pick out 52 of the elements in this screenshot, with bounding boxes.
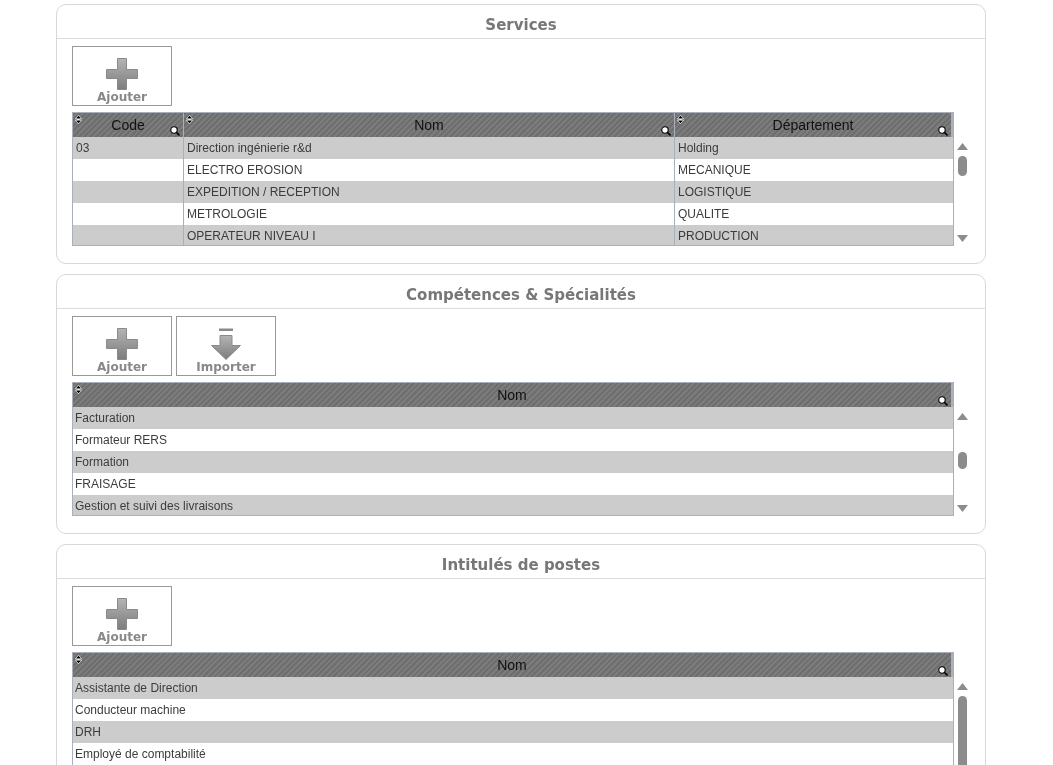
scrollbar-thumb[interactable] bbox=[957, 452, 967, 469]
sort-icon[interactable] bbox=[75, 655, 82, 664]
table-row[interactable]: EXPEDITION / RECEPTION LOGISTIQUE bbox=[73, 181, 953, 203]
table-cell: OPERATEUR NIVEAU I bbox=[184, 225, 675, 245]
section-title: Intitulés de postes bbox=[441, 556, 601, 574]
import-button[interactable]: Importer bbox=[176, 316, 276, 376]
add-button[interactable]: Ajouter bbox=[72, 46, 172, 106]
table-row[interactable]: 03 Direction ingénierie r&d Holding bbox=[73, 137, 953, 159]
search-icon[interactable] bbox=[661, 126, 671, 136]
sort-icon[interactable] bbox=[677, 115, 684, 124]
scroll-up-icon[interactable] bbox=[956, 413, 968, 420]
list-row[interactable]: Assistante de Direction bbox=[73, 677, 953, 699]
table-cell-text: Holding bbox=[677, 140, 720, 157]
down-arrow-icon bbox=[211, 328, 241, 360]
column-header[interactable]: Nom bbox=[73, 383, 953, 407]
list-row[interactable]: Formateur RERS bbox=[73, 429, 953, 451]
plus-icon bbox=[106, 58, 138, 90]
scroll-up-icon[interactable] bbox=[956, 683, 968, 690]
column-header[interactable]: Code bbox=[73, 113, 184, 137]
list-row[interactable]: Employé de comptabilité bbox=[73, 743, 953, 765]
scrollbar-thumb[interactable] bbox=[957, 696, 967, 765]
list-row[interactable]: Gestion et suivi des livraisons bbox=[73, 495, 953, 515]
column-header[interactable]: Département bbox=[675, 113, 953, 137]
section-title: Services bbox=[485, 16, 557, 34]
search-icon[interactable] bbox=[170, 126, 180, 136]
plus-icon bbox=[106, 328, 138, 360]
list-row[interactable]: FRAISAGE bbox=[73, 473, 953, 495]
sort-icon[interactable] bbox=[186, 115, 193, 124]
add-button[interactable]: Ajouter bbox=[72, 316, 172, 376]
section-title: Compétences & Spécialités bbox=[406, 286, 636, 304]
table-cell-text: LOGISTIQUE bbox=[677, 184, 753, 201]
search-icon[interactable] bbox=[938, 126, 948, 136]
scroll-down-icon[interactable] bbox=[956, 505, 968, 512]
search-icon[interactable] bbox=[938, 396, 948, 406]
table-cell-text: MECANIQUE bbox=[677, 162, 752, 179]
table-row[interactable]: OPERATEUR NIVEAU I PRODUCTION bbox=[73, 225, 953, 245]
plus-icon bbox=[106, 598, 138, 630]
list-row[interactable]: Conducteur machine bbox=[73, 699, 953, 721]
scrollbar-thumb[interactable] bbox=[957, 156, 967, 176]
sort-icon[interactable] bbox=[75, 385, 82, 394]
search-icon[interactable] bbox=[938, 666, 948, 676]
column-header[interactable]: Nom bbox=[73, 653, 953, 677]
scroll-up-icon[interactable] bbox=[956, 143, 968, 150]
column-header[interactable]: Nom bbox=[184, 113, 675, 137]
list-row[interactable]: DRH bbox=[73, 721, 953, 743]
add-button[interactable]: Ajouter bbox=[72, 586, 172, 646]
scroll-down-icon[interactable] bbox=[956, 235, 968, 242]
sort-icon[interactable] bbox=[75, 115, 82, 124]
list-row[interactable]: Facturation bbox=[73, 407, 953, 429]
table-cell-text: QUALITE bbox=[677, 206, 731, 223]
table-cell-text: PRODUCTION bbox=[677, 228, 760, 245]
list-row[interactable]: Formation bbox=[73, 451, 953, 473]
